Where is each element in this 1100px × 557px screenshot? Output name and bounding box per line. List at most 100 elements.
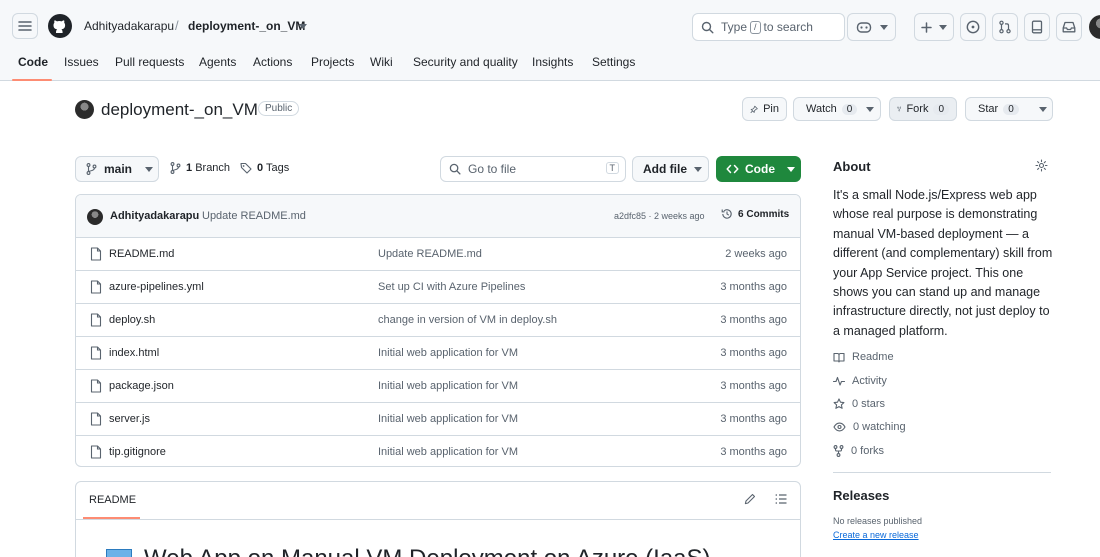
tab-settings[interactable]: Settings — [592, 55, 635, 69]
fork-button[interactable]: Fork 0 — [889, 97, 957, 121]
tags-count: 0 — [257, 162, 264, 174]
forks-link[interactable]: 0 forks — [833, 445, 884, 457]
branches-link[interactable]: 1 Branch — [170, 162, 230, 174]
go-to-file-input[interactable]: Go to file T — [440, 156, 626, 182]
create-caret-icon — [939, 24, 947, 30]
file-name[interactable]: README.md — [109, 248, 174, 260]
copilot-icon — [856, 22, 871, 33]
file-commit-message[interactable]: change in version of VM in deploy.sh — [378, 314, 557, 326]
plus-icon — [921, 21, 932, 33]
search-icon — [701, 21, 714, 33]
file-row[interactable]: index.html Initial web application for V… — [76, 337, 800, 370]
commit-hash-time[interactable]: a2dfc85 · 2 weeks ago — [614, 211, 705, 221]
file-name[interactable]: package.json — [109, 380, 174, 392]
tab-security-and-quality[interactable]: Security and quality — [413, 55, 518, 69]
add-file-label: Add file — [643, 162, 687, 176]
copilot-button[interactable] — [847, 13, 896, 41]
tab-issues[interactable]: Issues — [64, 55, 99, 69]
file-row[interactable]: tip.gitignore Initial web application fo… — [76, 436, 800, 466]
readme-link[interactable]: Readme — [833, 351, 894, 363]
star-list-caret-icon[interactable] — [1038, 106, 1047, 112]
stars-link[interactable]: 0 stars — [833, 398, 885, 410]
file-commit-message[interactable]: Initial web application for VM — [378, 446, 518, 458]
commit-author[interactable]: Adhityadakarapu — [110, 210, 199, 222]
file-row[interactable]: azure-pipelines.yml Set up CI with Azure… — [76, 271, 800, 304]
file-name[interactable]: tip.gitignore — [109, 446, 166, 458]
search-shortcut-key: / — [750, 20, 761, 34]
file-commit-date: 3 months ago — [720, 413, 787, 425]
file-icon — [90, 280, 102, 294]
tab-insights[interactable]: Insights — [532, 55, 573, 69]
tab-actions[interactable]: Actions — [253, 55, 292, 69]
file-commit-message[interactable]: Initial web application for VM — [378, 347, 518, 359]
file-name[interactable]: server.js — [109, 413, 150, 425]
star-button[interactable]: Star 0 — [965, 97, 1053, 121]
outline-list-icon[interactable] — [775, 493, 787, 505]
file-name[interactable]: index.html — [109, 347, 159, 359]
issues-button[interactable] — [960, 13, 986, 41]
github-logo-icon[interactable] — [48, 14, 72, 38]
pin-label: Pin — [763, 103, 779, 115]
owner-avatar[interactable] — [75, 100, 94, 119]
edit-pencil-icon[interactable] — [744, 493, 756, 505]
tab-agents[interactable]: Agents — [199, 55, 236, 69]
pin-button[interactable]: Pin — [742, 97, 787, 121]
file-icon — [90, 412, 102, 426]
about-description: It's a small Node.js/Express web app who… — [833, 188, 1053, 338]
file-icon — [90, 379, 102, 393]
inbox-button[interactable] — [1056, 13, 1082, 41]
about-heading: About — [833, 159, 871, 174]
star-label: Star — [978, 103, 999, 115]
user-avatar[interactable] — [1089, 15, 1100, 39]
file-row[interactable]: package.json Initial web application for… — [76, 370, 800, 403]
file-commit-message[interactable]: Set up CI with Azure Pipelines — [378, 281, 525, 293]
hamburger-icon — [18, 21, 32, 31]
tab-code[interactable]: Code — [18, 55, 48, 69]
commits-count: 6 — [738, 208, 744, 220]
file-row[interactable]: README.md Update README.md 2 weeks ago — [76, 238, 800, 271]
search-input[interactable]: Type / to search — [692, 13, 845, 41]
commits-history-link[interactable]: 6 Commits — [721, 208, 789, 220]
tab-pull-requests[interactable]: Pull requests — [115, 55, 184, 69]
file-name[interactable]: deploy.sh — [109, 314, 155, 326]
code-caret-icon — [787, 166, 795, 172]
activity-link[interactable]: Activity — [833, 375, 887, 387]
file-commit-date: 3 months ago — [720, 446, 787, 458]
create-release-link[interactable]: Create a new release — [833, 530, 919, 540]
repositories-button[interactable] — [1024, 13, 1050, 41]
readme-heading-image — [106, 549, 132, 557]
tags-link[interactable]: 0 Tags — [240, 162, 289, 174]
watch-button[interactable]: Watch 0 — [793, 97, 881, 121]
watching-link[interactable]: 0 watching — [833, 421, 906, 433]
file-row[interactable]: server.js Initial web application for VM… — [76, 403, 800, 436]
repo-title[interactable]: deployment-_on_VM — [101, 100, 258, 120]
tab-wiki[interactable]: Wiki — [370, 55, 393, 69]
add-file-button[interactable]: Add file — [632, 156, 709, 182]
repo-switcher-caret-icon[interactable] — [299, 24, 307, 29]
branch-selector[interactable]: main — [75, 156, 159, 182]
file-commit-date: 3 months ago — [720, 314, 787, 326]
commit-author-avatar[interactable] — [87, 209, 103, 225]
tab-projects[interactable]: Projects — [311, 55, 354, 69]
commit-message[interactable]: Update README.md — [202, 210, 306, 222]
file-row[interactable]: deploy.sh change in version of VM in dep… — [76, 304, 800, 337]
readme-tab[interactable]: README — [89, 494, 136, 506]
menu-button[interactable] — [12, 13, 38, 39]
gear-icon[interactable] — [1035, 159, 1048, 172]
code-button[interactable]: Code — [716, 156, 801, 182]
file-name[interactable]: azure-pipelines.yml — [109, 281, 204, 293]
file-commit-date: 2 weeks ago — [725, 248, 787, 260]
breadcrumb-repo[interactable]: deployment-_on_VM — [188, 19, 305, 33]
branch-name: main — [104, 162, 133, 176]
create-new-button[interactable] — [914, 13, 954, 41]
releases-heading[interactable]: Releases — [833, 488, 889, 503]
pull-requests-button[interactable] — [992, 13, 1018, 41]
file-commit-message[interactable]: Update README.md — [378, 248, 482, 260]
visibility-badge: Public — [258, 101, 300, 116]
readme-link-label: Readme — [852, 351, 894, 363]
add-file-caret-icon — [694, 166, 702, 172]
file-commit-message[interactable]: Initial web application for VM — [378, 380, 518, 392]
fork-count: 0 — [933, 103, 949, 115]
file-commit-message[interactable]: Initial web application for VM — [378, 413, 518, 425]
breadcrumb-owner[interactable]: Adhityadakarapu — [84, 19, 174, 33]
